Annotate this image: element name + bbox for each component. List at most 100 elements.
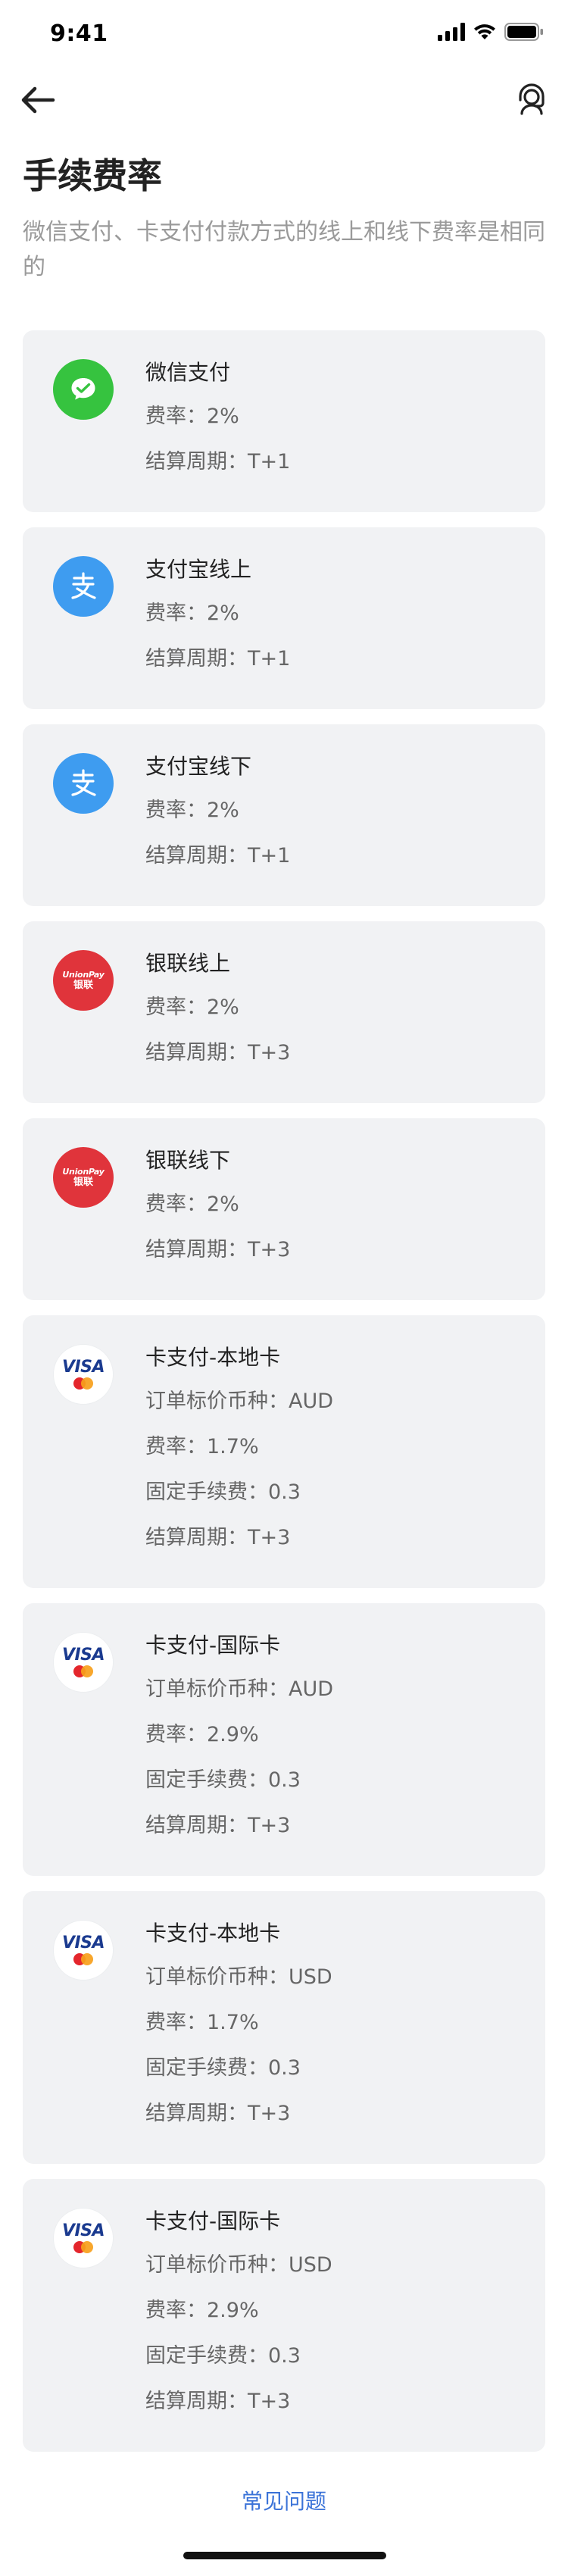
visa-mastercard-icon: VISA [53, 2208, 114, 2268]
fixed-fee-row: 固定手续费：0.3 [145, 1477, 545, 1508]
page-title: 手续费率 [23, 155, 162, 196]
rate-label: 费率： [145, 602, 207, 625]
settlement-value: T+1 [248, 647, 291, 671]
card-title: 支付宝线下 [145, 754, 252, 779]
unionpay-logo-top: UnionPay [62, 1167, 105, 1177]
currency-value: AUD [289, 1390, 334, 1413]
card-title: 微信支付 [145, 360, 231, 385]
currency-label: 订单标价币种： [145, 1390, 289, 1413]
visa-mastercard-icon: VISA [53, 1920, 114, 1980]
alipay-icon [53, 556, 114, 617]
fee-card-list: 微信支付 费率：2% 结算周期：T+1 支付宝线上 费率：2% 结算周期：T+1 [23, 330, 545, 2467]
fee-card-alipay-online: 支付宝线上 费率：2% 结算周期：T+1 [23, 527, 545, 709]
settlement-value: T+3 [248, 1238, 291, 1261]
fee-card-card-local-aud: VISA 卡支付-本地卡 订单标价币种：AUD 费率：1.7% 固定手续费：0.… [23, 1315, 545, 1588]
card-title: 银联线下 [145, 1148, 231, 1173]
card-title: 卡支付-国际卡 [145, 1633, 281, 1658]
rate-label: 费率： [145, 405, 207, 428]
nav-bar [0, 73, 568, 127]
fee-rate-page: 9:41 手续费率 微信支付、卡支付付款方式的线上和线下费率是相同的 微信支付 … [0, 0, 568, 2576]
unionpay-logo-bottom: 银联 [73, 980, 93, 991]
cellular-signal-icon [438, 23, 465, 44]
faq-link[interactable]: 常见问题 [0, 2485, 568, 2515]
unionpay-logo-top: UnionPay [62, 970, 105, 980]
fee-card-unionpay-online: UnionPay 银联 银联线上 费率：2% 结算周期：T+3 [23, 921, 545, 1103]
fixed-fee-value: 0.3 [268, 1768, 301, 1792]
fixed-fee-value: 0.3 [268, 1480, 301, 1504]
unionpay-icon: UnionPay 银联 [53, 950, 114, 1011]
status-icons [438, 23, 544, 44]
rate-value: 2.9% [207, 1723, 259, 1746]
settlement-value: T+1 [248, 450, 291, 474]
currency-label: 订单标价币种： [145, 1677, 289, 1701]
currency-label: 订单标价币种： [145, 2253, 289, 2277]
home-indicator [183, 2552, 386, 2559]
customer-service-icon[interactable] [513, 82, 550, 118]
card-title: 卡支付-本地卡 [145, 1921, 281, 1946]
rate-row: 费率：1.7% [145, 2008, 545, 2038]
rate-value: 1.7% [207, 2011, 259, 2034]
currency-value: USD [289, 2253, 332, 2277]
fixed-fee-row: 固定手续费：0.3 [145, 2053, 545, 2084]
settlement-label: 结算周期： [145, 1526, 248, 1549]
settlement-label: 结算周期： [145, 844, 248, 868]
rate-row: 费率：2% [145, 402, 545, 432]
card-title: 支付宝线上 [145, 557, 252, 582]
rate-row: 费率：1.7% [145, 1432, 545, 1462]
settlement-row: 结算周期：T+3 [145, 1523, 545, 1553]
settlement-row: 结算周期：T+3 [145, 1811, 545, 1841]
rate-label: 费率： [145, 2011, 207, 2034]
settlement-row: 结算周期：T+3 [145, 2387, 545, 2417]
rate-row: 费率：2% [145, 1190, 545, 1220]
visa-logo-text: VISA [61, 1934, 105, 1952]
fixed-fee-label: 固定手续费： [145, 1768, 268, 1792]
unionpay-logo-text: UnionPay 银联 [62, 971, 104, 990]
currency-row: 订单标价币种：USD [145, 1962, 545, 1993]
battery-icon [504, 23, 544, 44]
rate-label: 费率： [145, 799, 207, 822]
settlement-row: 结算周期：T+1 [145, 841, 545, 871]
page-subtitle: 微信支付、卡支付付款方式的线上和线下费率是相同的 [23, 219, 545, 280]
currency-value: USD [289, 1965, 332, 1989]
fixed-fee-value: 0.3 [268, 2344, 301, 2368]
fixed-fee-label: 固定手续费： [145, 1480, 268, 1504]
fee-card-card-intl-aud: VISA 卡支付-国际卡 订单标价币种：AUD 费率：2.9% 固定手续费：0.… [23, 1603, 545, 1876]
rate-label: 费率： [145, 2299, 207, 2322]
mastercard-circles [72, 1665, 95, 1677]
rate-value: 2% [207, 1193, 239, 1216]
settlement-label: 结算周期： [145, 647, 248, 671]
settlement-value: T+1 [248, 844, 291, 868]
rate-row: 费率：2% [145, 599, 545, 629]
mastercard-circles [72, 1953, 95, 1965]
settlement-label: 结算周期： [145, 1041, 248, 1064]
settlement-value: T+3 [248, 2390, 291, 2413]
rate-value: 2% [207, 996, 239, 1019]
fee-card-alipay-offline: 支付宝线下 费率：2% 结算周期：T+1 [23, 724, 545, 906]
settlement-row: 结算周期：T+1 [145, 644, 545, 674]
wifi-icon [473, 23, 497, 44]
back-arrow-icon[interactable] [20, 85, 56, 115]
rate-value: 2.9% [207, 2299, 259, 2322]
rate-label: 费率： [145, 1435, 207, 1458]
rate-label: 费率： [145, 1723, 207, 1746]
settlement-value: T+3 [248, 1526, 291, 1549]
rate-value: 2% [207, 602, 239, 625]
rate-value: 2% [207, 405, 239, 428]
unionpay-logo-bottom: 银联 [73, 1177, 93, 1188]
fee-card-card-local-usd: VISA 卡支付-本地卡 订单标价币种：USD 费率：1.7% 固定手续费：0.… [23, 1891, 545, 2164]
visa-logo-text: VISA [61, 2221, 105, 2240]
currency-row: 订单标价币种：AUD [145, 1674, 545, 1705]
rate-row: 费率：2% [145, 993, 545, 1023]
visa-logo-text: VISA [61, 1646, 105, 1665]
alipay-icon [53, 753, 114, 814]
wechat-pay-icon [53, 359, 114, 420]
fixed-fee-row: 固定手续费：0.3 [145, 2341, 545, 2371]
currency-row: 订单标价币种：USD [145, 2250, 545, 2281]
settlement-row: 结算周期：T+3 [145, 2099, 545, 2129]
settlement-label: 结算周期： [145, 2102, 248, 2125]
fixed-fee-label: 固定手续费： [145, 2056, 268, 2080]
mastercard-circles [72, 1377, 95, 1390]
rate-row: 费率：2.9% [145, 1720, 545, 1750]
settlement-label: 结算周期： [145, 2390, 248, 2413]
settlement-label: 结算周期： [145, 1814, 248, 1837]
